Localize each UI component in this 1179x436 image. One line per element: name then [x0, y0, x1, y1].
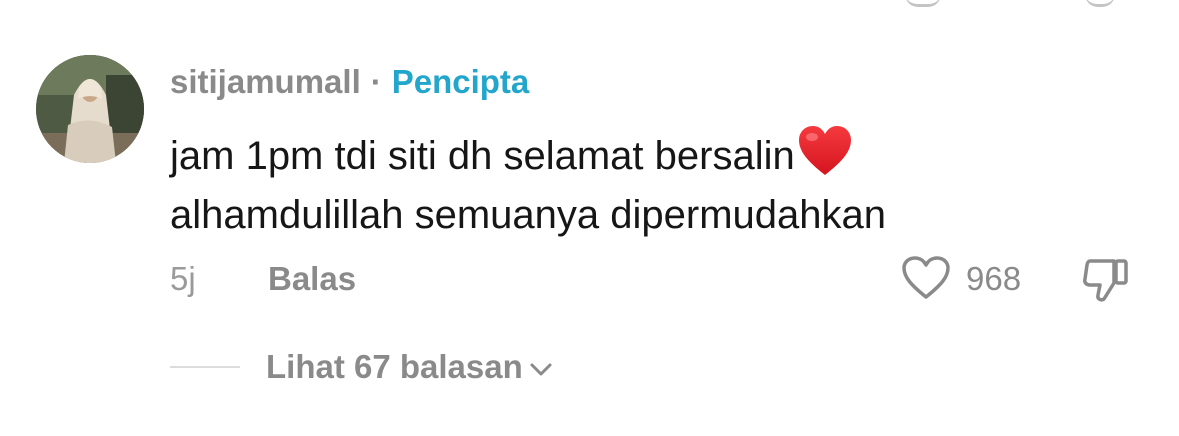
red-heart-emoji-icon: [797, 125, 853, 194]
partial-thumbs-down-icon: [1085, 0, 1115, 7]
view-replies-label: Lihat 67 balasan: [266, 348, 523, 385]
comment-line-1: jam 1pm tdi siti dh selamat bersalin: [170, 125, 1130, 185]
comment-body: jam 1pm tdi siti dh selamat bersalin alh…: [170, 125, 1130, 245]
avatar[interactable]: [36, 55, 144, 163]
view-replies-button[interactable]: Lihat 67 balasan: [266, 345, 553, 389]
previous-comment-actions-fragment: [0, 0, 1179, 10]
meta-separator: ·: [370, 63, 382, 100]
username[interactable]: sitijamumall: [170, 63, 361, 100]
replies-divider: [170, 366, 240, 368]
like-count: 968: [966, 260, 1022, 297]
chevron-down-icon: [529, 345, 553, 389]
heart-outline-icon[interactable]: [901, 255, 951, 301]
comment-meta: sitijamumall · Pencipta: [170, 60, 529, 104]
comment-time: 5j: [170, 260, 196, 297]
comment-actions: 5j Balas 968: [0, 255, 1179, 303]
thumbs-down-icon[interactable]: [1080, 255, 1132, 305]
replies-toggle-row: Lihat 67 balasan: [0, 345, 1179, 389]
creator-badge: Pencipta: [391, 63, 530, 100]
partial-heart-icon: [905, 0, 941, 7]
comment-text-line-1: jam 1pm tdi siti dh selamat bersalin: [170, 134, 795, 178]
comment-line-2: alhamdulillah semuanya dipermudahkan: [170, 193, 886, 237]
reply-button[interactable]: Balas: [268, 259, 356, 299]
avatar-photo: [36, 55, 144, 163]
